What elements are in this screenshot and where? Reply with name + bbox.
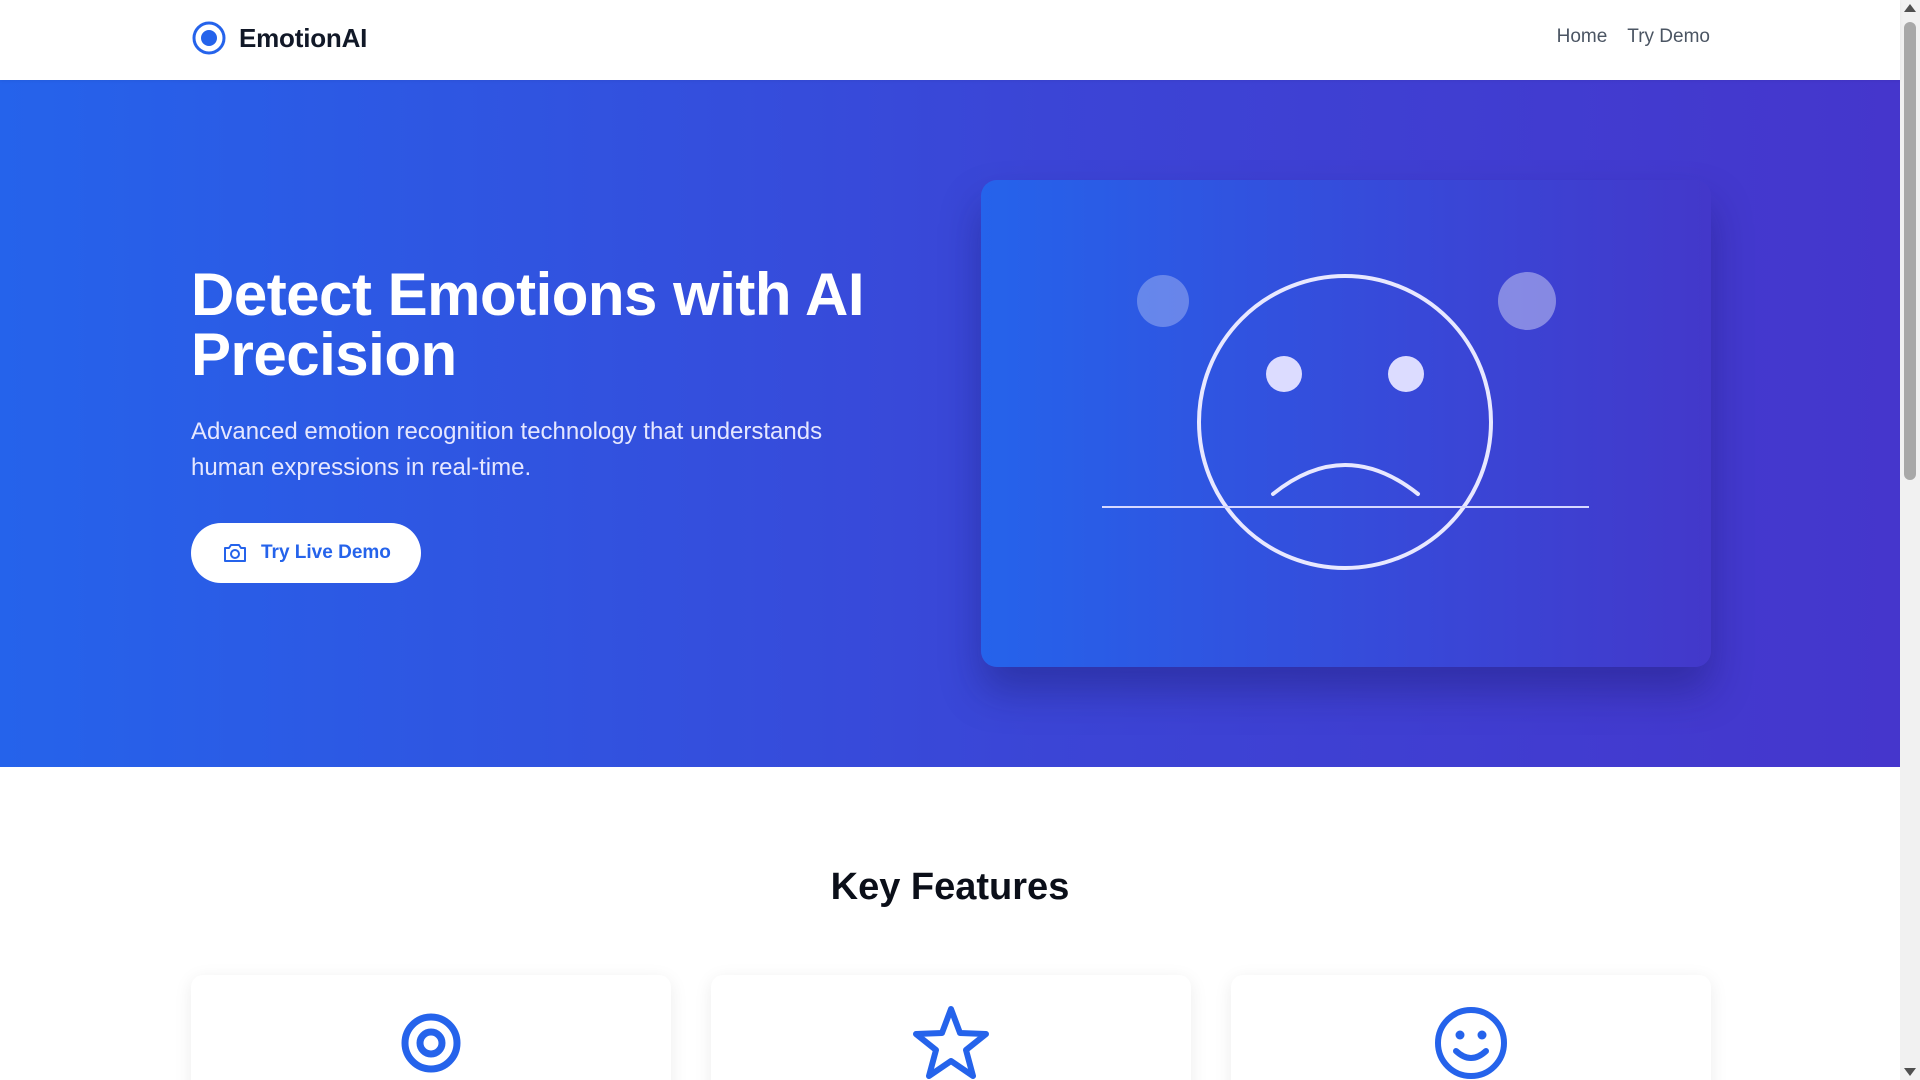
navbar: EmotionAI Home Try Demo	[0, 0, 1900, 80]
try-live-demo-label: Try Live Demo	[261, 542, 391, 563]
hero-section: Detect Emotions with AI Precision Advanc…	[0, 80, 1900, 767]
brand-name: EmotionAI	[239, 22, 368, 53]
try-live-demo-button[interactable]: Try Live Demo	[191, 523, 421, 583]
smile-icon	[1435, 1007, 1507, 1079]
brand[interactable]: EmotionAI	[191, 20, 367, 56]
target-icon	[192, 21, 226, 55]
camera-icon	[224, 544, 246, 562]
features-title: Key Features	[830, 866, 1070, 908]
star-icon	[913, 1006, 989, 1079]
hero-title: Detect Emotions with AI Precision	[191, 261, 865, 388]
scrollbar-thumb[interactable]	[1904, 22, 1916, 480]
emotion-illustration-card	[981, 180, 1711, 667]
target-icon	[401, 1013, 461, 1073]
hero-subtitle: Advanced emotion recognition technology …	[191, 418, 823, 481]
feature-card-2	[711, 975, 1191, 1080]
scroll-down-icon[interactable]	[1904, 1068, 1916, 1076]
nav-links: Home Try Demo	[1557, 26, 1710, 48]
vertical-scrollbar[interactable]	[1900, 0, 1920, 1080]
sad-face-icon	[1102, 272, 1589, 570]
nav-link-home[interactable]: Home	[1557, 26, 1608, 48]
nav-link-try-demo[interactable]: Try Demo	[1627, 26, 1710, 48]
feature-card-1	[191, 975, 671, 1080]
scroll-up-icon[interactable]	[1904, 4, 1916, 12]
feature-card-3	[1231, 975, 1711, 1080]
page: EmotionAI Home Try Demo Detect Emotions …	[0, 0, 1920, 1080]
